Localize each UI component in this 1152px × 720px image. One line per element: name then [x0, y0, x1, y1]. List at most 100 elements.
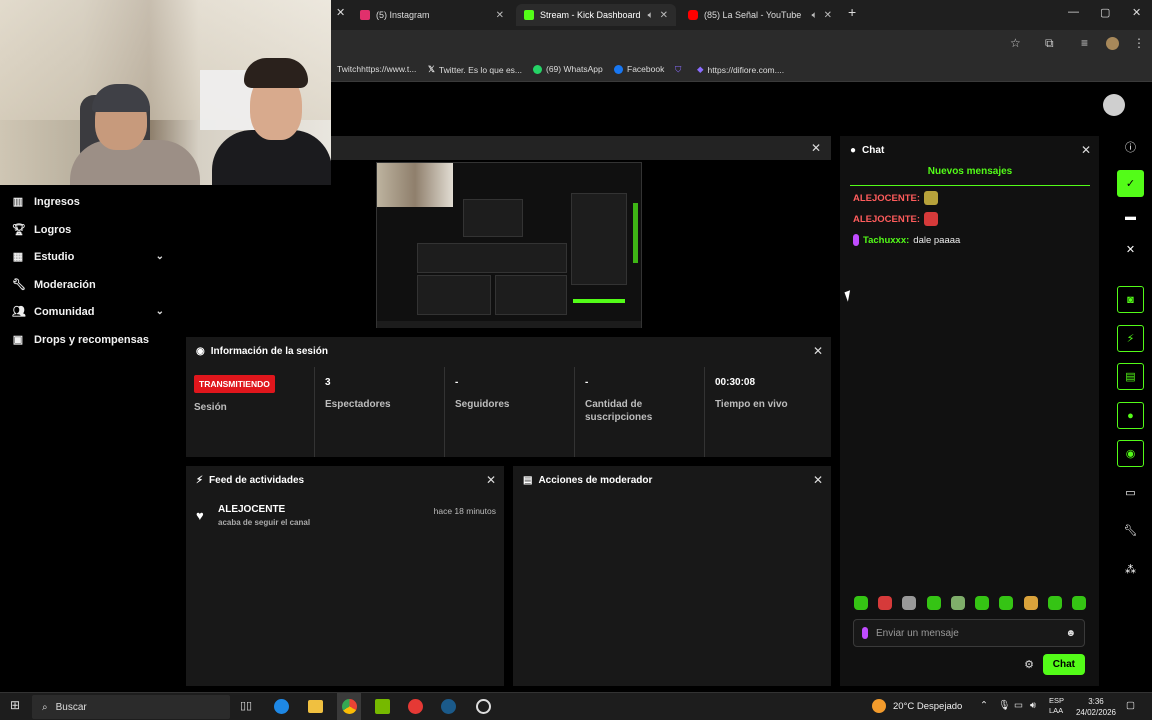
audio-icon[interactable]: 🔈︎ — [648, 10, 654, 21]
layout-icon[interactable]: ▬ — [1117, 203, 1144, 230]
emote-icon[interactable] — [1023, 596, 1038, 610]
close-icon[interactable]: ✕ — [486, 473, 496, 487]
taskbar-search[interactable]: ⌕ Buscar — [32, 695, 230, 719]
close-icon[interactable]: ✕ — [813, 473, 823, 487]
bookmark-extension[interactable]: ⛉ — [675, 64, 681, 75]
profile-icon[interactable] — [1106, 37, 1119, 50]
emote-icon[interactable] — [975, 596, 990, 610]
sidebar-item-moderacion[interactable]: 🔧︎ Moderación — [12, 278, 164, 292]
bookmark-twitter[interactable]: 𝕏 Twitter. Es lo que es... — [428, 64, 522, 75]
check-icon[interactable]: ✓ — [1117, 170, 1144, 197]
nodes-icon[interactable]: ⁂ — [1117, 556, 1144, 583]
chat-username[interactable]: Tachuxxx: — [863, 235, 909, 246]
new-tab-icon[interactable]: + — [848, 4, 856, 20]
clock[interactable]: 3:36 24/02/2026 — [1076, 696, 1116, 718]
language-indicator[interactable]: ESP LAA — [1049, 696, 1064, 716]
tab-kick-dashboard[interactable]: Stream - Kick Dashboard 🔈︎ ✕ — [516, 4, 676, 26]
close-icon[interactable]: ✕ — [336, 6, 345, 19]
bolt-icon[interactable]: ⚡︎ — [1117, 325, 1144, 352]
bookmark-facebook[interactable]: Facebook — [614, 64, 664, 74]
obs-icon[interactable] — [476, 699, 491, 714]
emote-icon[interactable] — [999, 596, 1014, 610]
preview-tile — [571, 193, 627, 285]
webcam-overlay — [0, 0, 331, 185]
edge-icon[interactable] — [274, 699, 289, 714]
sidebar-item-label: Logros — [34, 223, 72, 236]
nvidia-icon[interactable] — [375, 699, 390, 714]
feed-username[interactable]: ALEJOCENTE — [218, 504, 285, 515]
close-icon[interactable]: ✕ — [496, 10, 504, 21]
emote-icon[interactable] — [1047, 596, 1062, 610]
bookmark-whatsapp[interactable]: (69) WhatsApp — [533, 64, 603, 74]
shield-icon: ⛉ — [675, 64, 682, 74]
notifications-icon[interactable]: ▢ — [1126, 700, 1135, 711]
panel-title: Información de la sesión — [210, 345, 328, 357]
emote-icon[interactable] — [878, 596, 893, 610]
bookmark-twitch[interactable]: Twitchhttps://www.t... — [337, 64, 416, 74]
wrench-icon[interactable]: 🔧︎ — [1117, 517, 1144, 544]
microphone-icon[interactable]: 🎙︎ — [998, 700, 1010, 711]
close-icon[interactable]: ✕ — [1117, 236, 1144, 263]
windows-start-icon[interactable]: ⊞ — [10, 698, 20, 712]
tab-instagram[interactable]: (5) Instagram ✕ — [352, 4, 512, 26]
weather-text[interactable]: 20°C Despejado — [893, 701, 962, 712]
trophy-icon: 🏆︎ — [12, 224, 26, 236]
network-icon[interactable]: ▭ — [1014, 700, 1023, 711]
printer-icon[interactable]: ▭ — [1117, 479, 1144, 506]
sidebar-item-comunidad[interactable]: 👥︎ Comunidad ⌄ — [12, 305, 164, 319]
avatar[interactable] — [1103, 94, 1125, 116]
tab-youtube[interactable]: (85) La Señal - YouTube 🔈︎ ✕ — [680, 4, 840, 26]
sidebar-item-ingresos[interactable]: ▥ Ingresos — [12, 195, 164, 209]
emote-icon[interactable] — [854, 596, 868, 610]
task-view-icon[interactable]: ▯▯ — [240, 699, 252, 712]
emote-icon[interactable] — [950, 596, 965, 610]
close-icon[interactable]: ✕ — [824, 10, 832, 21]
chevron-up-icon[interactable]: ⌃ — [980, 700, 988, 711]
chevron-down-icon[interactable]: ⌄ — [156, 251, 164, 262]
playlist-icon[interactable]: ≡ — [1081, 36, 1088, 50]
info-icon[interactable]: ⓘ — [1117, 133, 1144, 160]
new-messages-divider[interactable]: Nuevos mensajes — [850, 166, 1090, 186]
folder-icon[interactable] — [308, 700, 323, 713]
close-window-icon[interactable]: ✕ — [1132, 6, 1141, 19]
emote-icon[interactable] — [902, 596, 917, 610]
emote-icon[interactable] — [926, 596, 941, 610]
chrome-icon[interactable] — [342, 699, 357, 714]
chat-bubble-icon[interactable]: ● — [1117, 402, 1144, 429]
sidebar-item-logros[interactable]: 🏆︎ Logros — [12, 223, 164, 237]
camera-icon[interactable]: ◙ — [1117, 286, 1144, 313]
maximize-icon[interactable]: ▢ — [1100, 6, 1110, 19]
star-icon[interactable]: ☆ — [1010, 36, 1021, 50]
sidebar-item-estudio[interactable]: ▦ Estudio ⌄ — [12, 250, 164, 264]
preview-tile — [463, 199, 523, 237]
audio-icon[interactable]: 🔈︎ — [812, 10, 818, 21]
stat-label: Seguidores — [455, 399, 510, 410]
chat-username[interactable]: ALEJOCENTE: — [853, 193, 920, 204]
broadcast-icon[interactable]: ◉ — [1117, 440, 1144, 467]
volume-icon[interactable]: 🔊︎ — [1030, 700, 1036, 711]
panel-title: Acciones de moderador — [538, 474, 653, 486]
close-icon[interactable]: ✕ — [811, 141, 821, 155]
chat-input[interactable]: Enviar un mensaje ☻ — [853, 619, 1085, 647]
sidebar-item-drops[interactable]: ▣ Drops y recompensas — [12, 333, 164, 347]
close-icon[interactable]: ✕ — [660, 10, 668, 21]
clipboard-icon[interactable]: ▤ — [1117, 363, 1144, 390]
menu-icon[interactable]: ⋮ — [1133, 36, 1145, 50]
stream-preview[interactable] — [376, 162, 642, 328]
chat-username[interactable]: ALEJOCENTE: — [853, 214, 920, 225]
bookmark-difiore[interactable]: ◆ https://difiore.com.... — [697, 64, 784, 75]
app-icon[interactable] — [408, 699, 423, 714]
chat-send-button[interactable]: Chat — [1042, 654, 1085, 675]
stat-label: Cantidad de suscripciones — [585, 399, 653, 423]
emote-icon — [924, 191, 939, 205]
chat-bubble-icon: ● — [850, 144, 857, 156]
extensions-icon[interactable]: ⧉ — [1045, 36, 1054, 51]
emoji-icon[interactable]: ☻ — [1065, 628, 1076, 639]
close-icon[interactable]: ✕ — [813, 344, 823, 358]
close-icon[interactable]: ✕ — [1081, 143, 1091, 157]
minimize-icon[interactable]: — — [1068, 6, 1079, 18]
gear-icon[interactable]: ⚙ — [1024, 658, 1034, 671]
chevron-down-icon[interactable]: ⌄ — [156, 306, 164, 317]
emote-icon[interactable] — [1071, 596, 1086, 610]
steam-icon[interactable] — [441, 699, 456, 714]
